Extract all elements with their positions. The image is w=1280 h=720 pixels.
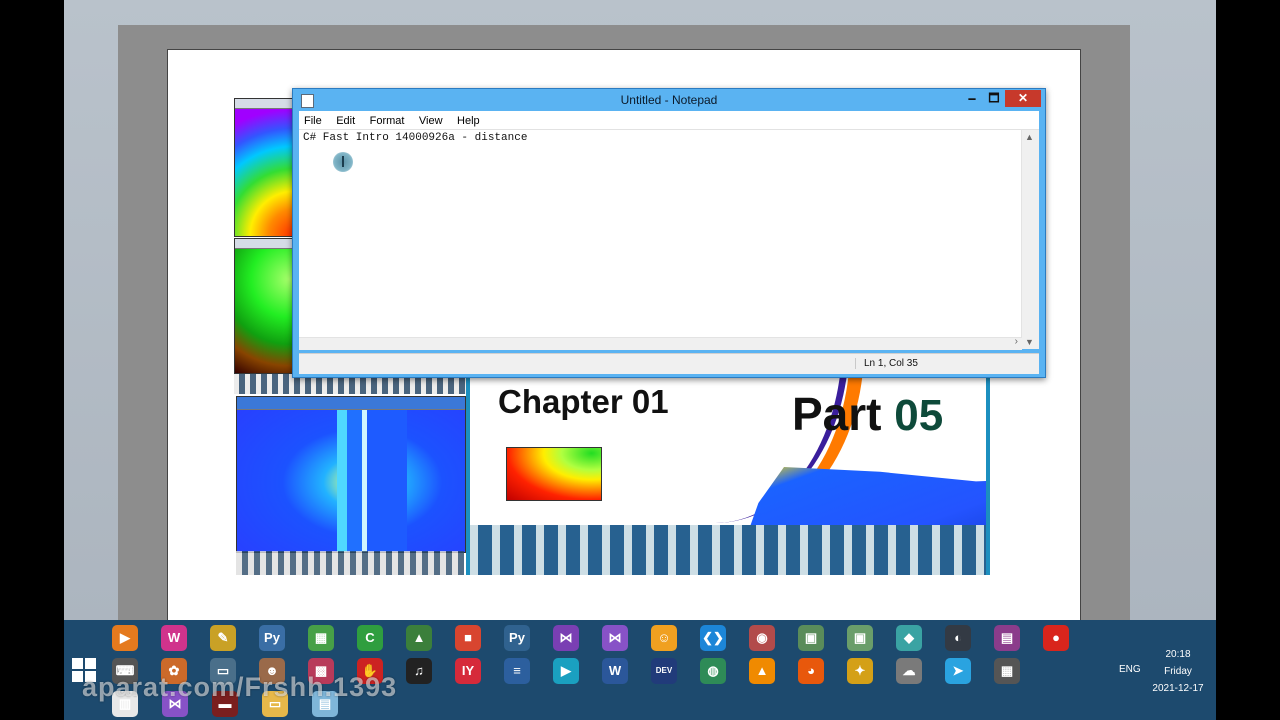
cursor-position: Ln 1, Col 35 (855, 358, 918, 369)
python-file-icon[interactable]: Py (259, 625, 285, 651)
notepad-title-bar[interactable]: Untitled - Notepad 🗕 🗖 ✕ (293, 89, 1045, 111)
spreadsheet-icon[interactable]: ▦ (308, 625, 334, 651)
thumbnail-taskbar (236, 551, 464, 575)
editor-content[interactable]: C# Fast Intro 14000926a - distance (303, 132, 527, 144)
brain-icon[interactable]: ☁ (896, 658, 922, 684)
camtasia-icon[interactable]: C (357, 625, 383, 651)
dev-cpp-icon[interactable]: DEV (651, 658, 677, 684)
chapter-slide-panel: Chapter 01 Part 05 (466, 375, 990, 575)
vlc-icon[interactable]: ▲ (749, 658, 775, 684)
watermark-text: aparat.com/Frshh.1393 (82, 672, 398, 702)
scroll-up-icon[interactable]: ▲ (1025, 132, 1034, 142)
system-clock[interactable]: 20:18 Friday 2021-12-17 (1148, 646, 1208, 697)
eclipse-like-icon[interactable]: ◐ (945, 625, 971, 651)
chart-app-icon[interactable]: ▲ (406, 625, 432, 651)
window-title: Untitled - Notepad (620, 93, 718, 107)
clock-time: 20:18 (1165, 649, 1191, 660)
scroll-down-icon[interactable]: ▼ (1025, 337, 1034, 347)
python-icon[interactable]: Py (504, 625, 530, 651)
piano-icon[interactable]: ♫ (406, 658, 432, 684)
text-cursor-icon (333, 152, 353, 172)
tools-icon[interactable]: ✎ (210, 625, 236, 651)
text-editor-area[interactable]: C# Fast Intro 14000926a - distance ▲ ▼ (299, 130, 1039, 349)
record-icon[interactable]: ● (1043, 625, 1069, 651)
menu-help[interactable]: Help (452, 113, 485, 129)
word-icon[interactable]: W (602, 658, 628, 684)
vertical-scrollbar[interactable]: ▲ ▼ (1021, 130, 1039, 349)
maximize-button[interactable]: 🗖 (983, 90, 1005, 107)
telegram-icon[interactable]: ➤ (945, 658, 971, 684)
menu-file[interactable]: File (299, 113, 327, 129)
media-player-icon[interactable]: ▶ (112, 625, 138, 651)
language-indicator[interactable]: ENG (1119, 664, 1141, 675)
horizontal-scrollbar[interactable]: › (299, 336, 1022, 350)
window-app-icon[interactable]: ▣ (798, 625, 824, 651)
visual-studio-icon[interactable]: ⋈ (602, 625, 628, 651)
document-icon[interactable]: ≡ (504, 658, 530, 684)
winrar-icon[interactable]: ▤ (994, 625, 1020, 651)
sticky-notes-icon[interactable]: ✦ (847, 658, 873, 684)
taskbar-row-1: ▶ W ✎ Py ▦ C ▲ ■ Py ⋈ ⋈ ☺ ❮❯ ◉ ▣ ▣ ◆ ◐ ▤ ● (112, 622, 1122, 654)
scratch-icon[interactable]: ☺ (651, 625, 677, 651)
player-icon[interactable]: ▶ (553, 658, 579, 684)
part-number: 05 (894, 391, 944, 440)
office-icon[interactable]: ■ (455, 625, 481, 651)
menu-format[interactable]: Format (365, 113, 410, 129)
wamp-icon[interactable]: W (161, 625, 187, 651)
network-icon[interactable]: ◍ (700, 658, 726, 684)
iy-icon[interactable]: IY (455, 658, 481, 684)
close-button[interactable]: ✕ (1005, 90, 1041, 107)
part-title: Part 05 (792, 387, 943, 441)
cubes-icon[interactable]: ◆ (896, 625, 922, 651)
minimize-button[interactable]: 🗕 (961, 90, 983, 107)
status-bar: Ln 1, Col 35 (299, 353, 1039, 374)
scroll-right-icon[interactable]: › (1015, 336, 1018, 347)
rainbow-thumbnail (234, 98, 296, 237)
mini-heatmap-image (506, 447, 602, 501)
vscode-icon[interactable]: ❮❯ (700, 625, 726, 651)
clock-day: Friday (1164, 666, 1192, 677)
menu-bar: File Edit Format View Help (299, 111, 1039, 130)
menu-view[interactable]: View (414, 113, 448, 129)
notepad-window[interactable]: Untitled - Notepad 🗕 🗖 ✕ File Edit Forma… (292, 88, 1046, 378)
visual-studio-installer-icon[interactable]: ⋈ (553, 625, 579, 651)
part-label: Part (792, 388, 882, 440)
clock-date: 2021-12-17 (1152, 683, 1204, 694)
calculator-icon[interactable]: ▦ (994, 658, 1020, 684)
chapter-title: Chapter 01 (498, 383, 669, 420)
window-app-2-icon[interactable]: ▣ (847, 625, 873, 651)
windows-logo-icon (72, 658, 83, 669)
menu-edit[interactable]: Edit (331, 113, 360, 129)
firefox-icon[interactable]: ◕ (798, 658, 824, 684)
embedded-taskbar-screenshot (470, 525, 986, 575)
green-thumbnail (234, 238, 296, 374)
globe-tool-icon[interactable]: ◉ (749, 625, 775, 651)
blue-wave-thumbnail (236, 396, 466, 553)
